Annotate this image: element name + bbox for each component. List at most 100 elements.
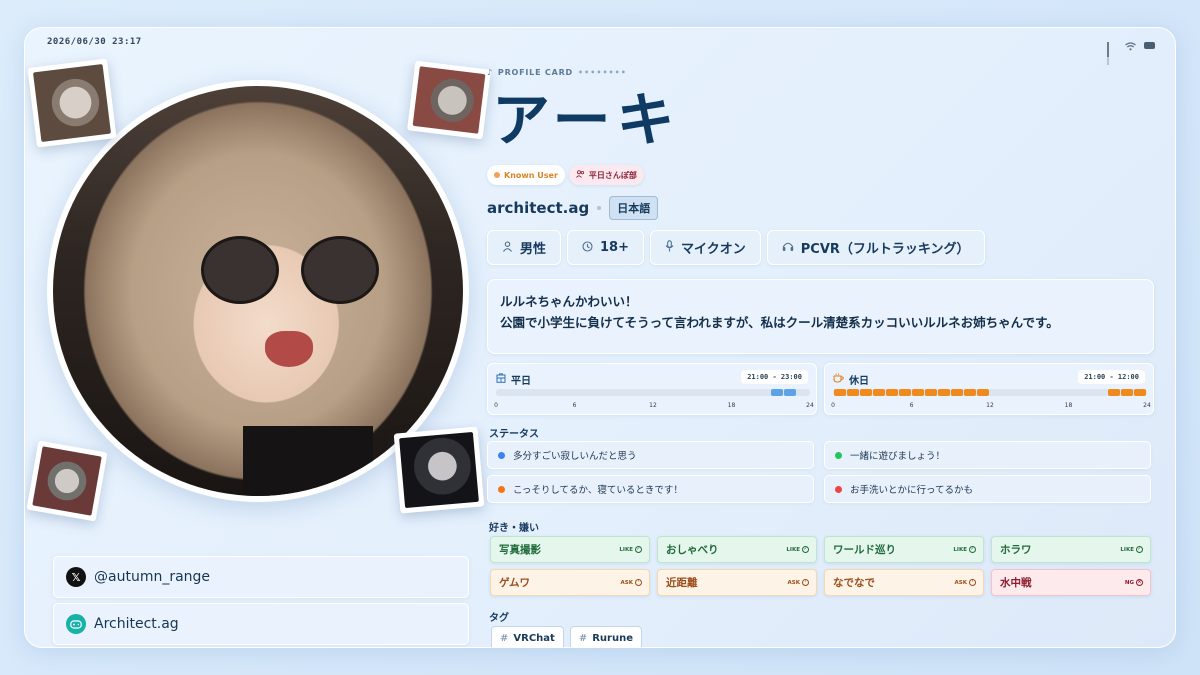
tick-label: 6 [909, 402, 914, 409]
display-name: アーキ [492, 86, 681, 154]
schedule-hour-segment [938, 389, 951, 396]
tick-label: 18 [727, 402, 736, 409]
tag-chip[interactable]: # VRChat [491, 626, 564, 647]
mic-icon [665, 240, 674, 255]
schedule-ticks: 0 6 12 18 24 [831, 402, 1151, 412]
trust-dot-icon [494, 172, 500, 178]
schedule-holiday: 休日 21:00 - 12:00 0 6 12 18 24 [824, 363, 1154, 415]
preference-chip: ホラワ LIKE ✓ [991, 536, 1151, 563]
fact-gender: 男性 [487, 230, 562, 265]
sunglasses-right-lens [301, 236, 379, 304]
schedule-ticks: 0 6 12 18 24 [494, 402, 814, 412]
social-link-x[interactable]: 𝕏 @autumn_range [53, 556, 469, 598]
social-label: @autumn_range [94, 569, 211, 585]
eyebrow-label: PROFILE CARD [497, 68, 573, 77]
schedule-hour-segment [1108, 389, 1121, 396]
preference-chip: ワールド巡り LIKE ✓ [824, 536, 984, 563]
schedule-hour-segment [885, 389, 898, 396]
status-section-title: ステータス [489, 429, 539, 440]
trust-badge: Known User [487, 165, 565, 185]
tick-label: 0 [831, 402, 835, 409]
schedule-label: 平日 [511, 376, 531, 387]
schedule-hour-segment [872, 389, 885, 396]
schedule-hour-segment [925, 389, 938, 396]
preference-chip: おしゃべり LIKE ✓ [657, 536, 817, 563]
profile-details: ♪ PROFILE CARD •••••••• アーキ Known User 平… [487, 28, 1157, 647]
x-icon: 𝕏 [66, 567, 86, 587]
likes-section-title: 好き・嫌い [489, 523, 539, 534]
schedule-bar [833, 389, 1147, 396]
profile-card: 2026/06/30 23:17 𝕏 @autumn_range Archite… [24, 27, 1176, 648]
schedule-hour-segment [859, 389, 872, 396]
schedule-bar [496, 389, 810, 396]
group-badge[interactable]: 平日さんぽ部 [568, 165, 644, 185]
building-icon [496, 373, 506, 386]
social-link-gamepad[interactable]: Architect.ag [53, 603, 469, 645]
schedule-hour-segment [833, 389, 846, 396]
status-dot-icon [835, 451, 842, 459]
tag-chip[interactable]: # Rurune [569, 626, 642, 647]
clock-icon: · [802, 579, 809, 586]
gallery-thumbnail[interactable] [27, 58, 117, 148]
schedule-range: 21:00 - 23:00 [741, 370, 808, 384]
group-icon [576, 170, 585, 180]
timestamp: 2026/06/30 23:17 [47, 37, 142, 47]
check-icon: ✓ [635, 546, 642, 553]
schedule-range: 21:00 - 12:00 [1078, 370, 1145, 384]
tick-label: 0 [494, 402, 498, 409]
ask-tag: ASK · [955, 579, 976, 586]
clock-icon: · [635, 579, 642, 586]
gallery-thumbnail[interactable] [26, 440, 108, 522]
schedule-hour-segment [1134, 389, 1147, 396]
user-handle: architect.ag [487, 199, 590, 217]
tick-label: 18 [1064, 402, 1073, 409]
fact-age: 18+ [567, 230, 644, 265]
sunglasses-left-lens [201, 236, 279, 304]
schedule-hour-segment [771, 389, 784, 396]
separator-dot [597, 206, 602, 210]
hash-icon: # [500, 633, 509, 644]
bio-line: ルルネちゃんかわいい！ [500, 294, 638, 309]
coffee-icon [833, 373, 844, 386]
status-dot-icon [835, 485, 842, 493]
tick-label: 12 [986, 402, 994, 409]
schedule-hour-segment [912, 389, 925, 396]
schedule-hour-segment [784, 389, 797, 396]
schedule-weekday: 平日 21:00 - 23:00 0 6 12 18 24 [487, 363, 817, 415]
preference-chip: なでなで ASK · [824, 569, 984, 596]
music-note-icon: ♪ [487, 68, 493, 77]
language-badge: 日本語 [609, 196, 659, 220]
avatar-shirt [243, 426, 373, 496]
status-item: こっそりしてるか、寝ているときです！ [487, 475, 814, 503]
tick-label: 6 [572, 402, 577, 409]
age-icon [582, 240, 593, 255]
like-tag: LIKE ✓ [1120, 546, 1143, 553]
status-item: 多分すごい寂しいんだと思う [487, 441, 814, 469]
badges: Known User 平日さんぽ部 [487, 165, 644, 185]
status-dot-icon [498, 451, 505, 459]
tick-label: 24 [1143, 402, 1151, 409]
preference-chip: 水中戦 NG × [991, 569, 1151, 596]
person-icon [502, 240, 513, 255]
schedule-hour-segment [846, 389, 859, 396]
preference-chip: 近距離 ASK · [657, 569, 817, 596]
schedule-hour-segment [977, 389, 990, 396]
status-dot-icon [498, 485, 505, 493]
check-icon: ✓ [1136, 546, 1143, 553]
tick-label: 12 [649, 402, 657, 409]
fact-platform: PCVR（フルトラッキング） [766, 230, 985, 265]
tick-label: 24 [806, 402, 814, 409]
preference-chip: 写真撮影 LIKE ✓ [490, 536, 650, 563]
gallery-thumbnail[interactable] [393, 426, 485, 514]
gallery-thumbnail[interactable] [407, 60, 491, 140]
eyebrow: ♪ PROFILE CARD •••••••• [487, 68, 627, 77]
likes-list: 写真撮影 LIKE ✓ おしゃべり LIKE ✓ ワールド巡り LIKE ✓ ホラワ LIKE… [490, 536, 1152, 596]
fact-mic: マイクオン [650, 230, 761, 265]
schedule-label: 休日 [849, 376, 869, 387]
ng-tag: NG × [1124, 579, 1143, 586]
avatar-mouth [265, 331, 313, 367]
gamepad-icon [66, 614, 86, 634]
schedule-hour-segment [951, 389, 964, 396]
hash-icon: # [578, 633, 588, 644]
status-item: お手洗いとかに行ってるかも [824, 475, 1151, 503]
